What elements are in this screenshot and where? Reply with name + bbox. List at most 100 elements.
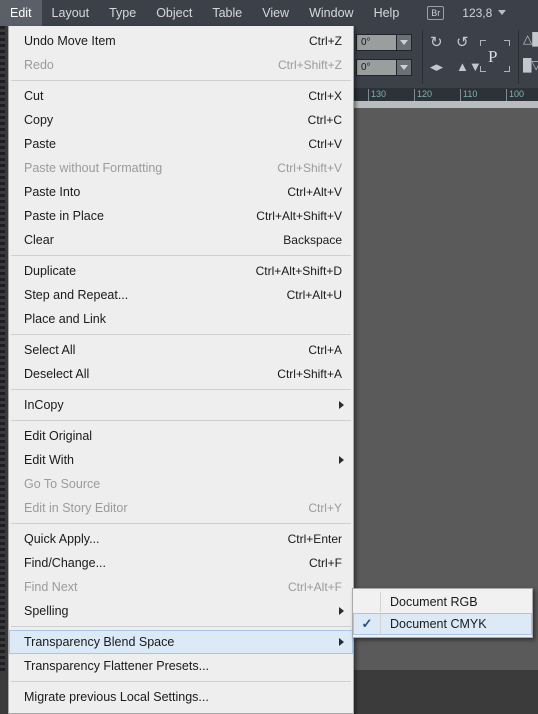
menu-item-spelling[interactable]: Spelling	[9, 599, 353, 623]
menubar-item-type[interactable]: Type	[99, 0, 146, 26]
submenu-arrow-icon	[339, 401, 344, 409]
edge-dash	[0, 380, 5, 383]
menu-item-undo-move-item[interactable]: Undo Move Item Ctrl+Z	[9, 29, 353, 53]
control-bar: 0° 0° ↻ ↺ ◂▸ ▲▼ P △█ █▽	[352, 26, 538, 89]
edge-dash	[0, 110, 5, 113]
menubar-item-edit[interactable]: Edit	[0, 0, 42, 26]
menu-item-label: Deselect All	[24, 367, 90, 381]
rotation-angle-field[interactable]: 0°	[356, 34, 412, 51]
menu-item-label: Find Next	[24, 580, 78, 594]
edge-dash	[0, 242, 5, 245]
bridge-button[interactable]: Br	[427, 6, 445, 20]
menubar-item-layout[interactable]: Layout	[42, 0, 100, 26]
edge-dash	[0, 416, 5, 419]
menu-item-edit-original[interactable]: Edit Original	[9, 424, 353, 448]
submenu-item-label: Document CMYK	[390, 617, 487, 631]
menu-separator	[11, 80, 351, 81]
menu-item-find-change[interactable]: Find/Change... Ctrl+F	[9, 551, 353, 575]
edge-dash	[0, 482, 5, 485]
edge-dash	[0, 620, 5, 623]
menubar-item-window[interactable]: Window	[299, 0, 363, 26]
menu-item-paste[interactable]: Paste Ctrl+V	[9, 132, 353, 156]
menu-item-cut[interactable]: Cut Ctrl+X	[9, 84, 353, 108]
flip-vertical-icon[interactable]: ▲▼	[456, 60, 482, 73]
menu-item-shortcut: Ctrl+Y	[308, 501, 342, 515]
edge-dash	[0, 116, 5, 119]
edge-dash	[0, 362, 5, 365]
menu-item-quick-apply[interactable]: Quick Apply... Ctrl+Enter	[9, 527, 353, 551]
edge-dash	[0, 644, 5, 647]
menu-item-incopy[interactable]: InCopy	[9, 393, 353, 417]
shear-angle-dropdown-icon[interactable]	[396, 60, 411, 75]
zoom-level-value: 123,8	[462, 6, 493, 20]
menu-item-clear[interactable]: Clear Backspace	[9, 228, 353, 252]
edge-dash	[0, 56, 5, 59]
edge-dash	[0, 662, 5, 665]
edge-dash	[0, 26, 5, 29]
menu-separator	[11, 523, 351, 524]
edge-dash	[0, 428, 5, 431]
edge-dash	[0, 584, 5, 587]
edge-dash	[0, 254, 5, 257]
menu-item-shortcut: Ctrl+Alt+U	[286, 288, 342, 302]
distribute-top-icon[interactable]: △█	[523, 33, 538, 45]
menu-item-copy[interactable]: Copy Ctrl+C	[9, 108, 353, 132]
submenu-arrow-icon	[339, 607, 344, 615]
menu-item-place-and-link[interactable]: Place and Link	[9, 307, 353, 331]
zoom-level-control[interactable]: 123,8	[462, 6, 507, 20]
menu-item-select-all[interactable]: Select All Ctrl+A	[9, 338, 353, 362]
menu-item-label: Paste Into	[24, 185, 81, 199]
edge-dash	[0, 308, 5, 311]
submenu-item-document-rgb[interactable]: Document RGB	[353, 591, 532, 613]
edge-dash	[0, 356, 5, 359]
flip-horizontal-icon[interactable]: ◂▸	[430, 60, 443, 73]
menu-item-transparency-blend-space[interactable]: Transparency Blend Space	[9, 630, 353, 654]
menu-item-edit-with[interactable]: Edit With	[9, 448, 353, 472]
document-canvas[interactable]	[352, 108, 538, 670]
menu-item-paste-in-place[interactable]: Paste in Place Ctrl+Alt+Shift+V	[9, 204, 353, 228]
menu-item-paste-into[interactable]: Paste Into Ctrl+Alt+V	[9, 180, 353, 204]
menu-item-migrate-previous-local-settings[interactable]: Migrate previous Local Settings...	[9, 685, 353, 709]
submenu-item-document-cmyk[interactable]: ✓ Document CMYK	[353, 613, 532, 635]
horizontal-ruler[interactable]: 130 120 110 100	[352, 88, 538, 109]
edge-dash	[0, 128, 5, 131]
edge-dash	[0, 218, 5, 221]
application-left-edge	[0, 26, 8, 671]
distribute-bottom-icon[interactable]: █▽	[523, 59, 538, 71]
edge-dash	[0, 500, 5, 503]
menu-item-label: Edit Original	[24, 429, 93, 443]
menu-item-find-next: Find Next Ctrl+Alt+F	[9, 575, 353, 599]
menubar-item-object[interactable]: Object	[146, 0, 202, 26]
menu-item-deselect-all[interactable]: Deselect All Ctrl+Shift+A	[9, 362, 353, 386]
shear-angle-field[interactable]: 0°	[356, 59, 412, 76]
menu-item-shortcut: Ctrl+F	[309, 556, 342, 570]
menu-separator	[11, 389, 351, 390]
edge-dash	[0, 98, 5, 101]
menu-item-label: Transparency Blend Space	[24, 635, 175, 649]
chevron-down-icon[interactable]	[498, 10, 507, 15]
rotation-angle-value: 0°	[361, 37, 371, 48]
menu-item-duplicate[interactable]: Duplicate Ctrl+Alt+Shift+D	[9, 259, 353, 283]
menu-item-label: Redo	[24, 58, 54, 72]
reference-point-indicator[interactable]: P	[488, 47, 497, 67]
rotate-counterclockwise-icon[interactable]: ↺	[456, 35, 469, 50]
rotation-angle-dropdown-icon[interactable]	[396, 35, 411, 50]
menubar-item-view[interactable]: View	[252, 0, 299, 26]
rotate-clockwise-icon[interactable]: ↻	[430, 35, 443, 50]
menu-item-label: Place and Link	[24, 312, 107, 326]
edge-dash	[0, 176, 5, 179]
edge-dash	[0, 572, 5, 575]
edge-dash	[0, 182, 5, 185]
edge-dash	[0, 86, 5, 89]
menu-item-step-and-repeat[interactable]: Step and Repeat... Ctrl+Alt+U	[9, 283, 353, 307]
ruler-label-100: 100	[509, 89, 525, 99]
submenu-check-divider	[380, 592, 381, 612]
menubar-item-help[interactable]: Help	[364, 0, 410, 26]
edge-dash	[0, 260, 5, 263]
menu-item-transparency-flattener-presets[interactable]: Transparency Flattener Presets...	[9, 654, 353, 678]
ruler-tick-strip	[352, 101, 538, 108]
checkmark-icon: ✓	[361, 616, 373, 631]
edge-dash	[0, 440, 5, 443]
menubar-item-table[interactable]: Table	[202, 0, 252, 26]
menu-item-label: Edit in Story Editor	[24, 501, 128, 515]
